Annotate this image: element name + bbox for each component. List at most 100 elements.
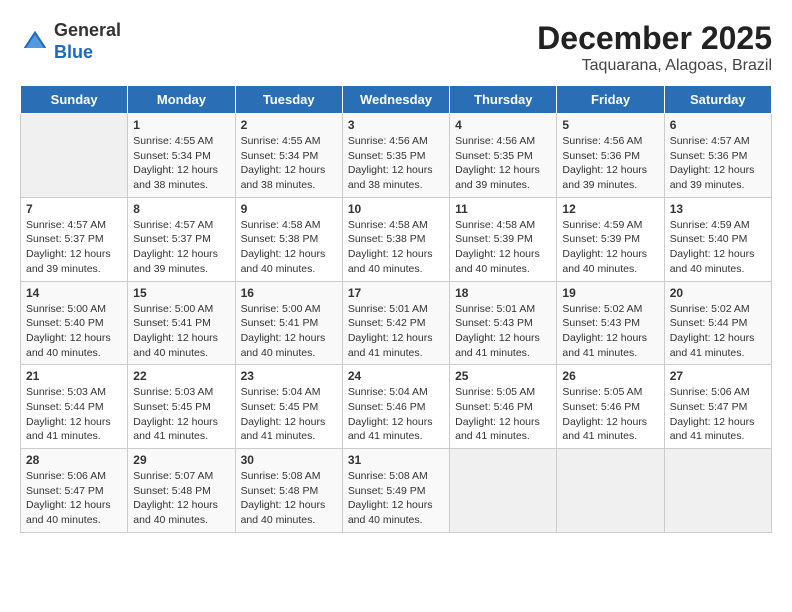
table-row: 4Sunrise: 4:56 AM Sunset: 5:35 PM Daylig… [450,114,557,198]
page-header: General Blue December 2025 Taquarana, Al… [20,20,772,75]
day-number: 28 [26,453,122,467]
table-row [450,449,557,533]
table-row: 7 Sunrise: 4:57 AM Sunset: 5:37 PM Daylig… [21,197,128,281]
day-number: 5 [562,118,658,132]
day-number: 6 [670,118,766,132]
table-row: 22Sunrise: 5:03 AM Sunset: 5:45 PM Dayli… [128,365,235,449]
logo-text: General Blue [54,20,121,63]
table-row: 28 Sunrise: 5:06 AM Sunset: 5:47 PM Dayli… [21,449,128,533]
day-info: Sunrise: 5:00 AM Sunset: 5:41 PM Dayligh… [133,302,229,361]
day-info: Sunrise: 4:57 AM Sunset: 5:37 PM Dayligh… [133,218,229,277]
col-thursday: Thursday [450,86,557,114]
table-row: 3 Sunrise: 4:56 AM Sunset: 5:35 PM Daylig… [342,114,449,198]
table-row: 14 Sunrise: 5:00 AM Sunset: 5:40 PM Dayli… [21,281,128,365]
day-number: 23 [241,369,337,383]
day-info: Sunrise: 5:07 AM Sunset: 5:48 PM Dayligh… [133,469,229,528]
day-number: 18 [455,286,551,300]
day-number: 19 [562,286,658,300]
table-row: 9 Sunrise: 4:58 AM Sunset: 5:38 PM Daylig… [235,197,342,281]
col-friday: Friday [557,86,664,114]
calendar-header-row: Sunday Monday Tuesday Wednesday Thursday… [21,86,772,114]
day-number: 20 [670,286,766,300]
calendar-week-row: 1 Sunrise: 4:55 AM Sunset: 5:34 PM Daylig… [21,114,772,198]
day-info: Sunrise: 5:05 AM Sunset: 5:46 PM Dayligh… [562,385,658,444]
day-number: 8 [133,202,229,216]
table-row: 26 Sunrise: 5:05 AM Sunset: 5:46 PM Dayli… [557,365,664,449]
day-number: 9 [241,202,337,216]
col-tuesday: Tuesday [235,86,342,114]
day-number: 2 [241,118,337,132]
day-number: 26 [562,369,658,383]
table-row: 27 Sunrise: 5:06 AM Sunset: 5:47 PM Dayli… [664,365,771,449]
day-number: 3 [348,118,444,132]
day-info: Sunrise: 5:02 AM Sunset: 5:44 PM Dayligh… [670,302,766,361]
logo-icon [20,27,50,57]
day-info: Sunrise: 4:55 AM Sunset: 5:34 PM Dayligh… [133,134,229,193]
day-number: 10 [348,202,444,216]
logo-general: General [54,20,121,40]
calendar-week-row: 14 Sunrise: 5:00 AM Sunset: 5:40 PM Dayli… [21,281,772,365]
table-row: 17 Sunrise: 5:01 AM Sunset: 5:42 PM Dayli… [342,281,449,365]
day-info: Sunrise: 4:58 AM Sunset: 5:38 PM Dayligh… [348,218,444,277]
day-info: Sunrise: 5:02 AM Sunset: 5:43 PM Dayligh… [562,302,658,361]
day-number: 25 [455,369,551,383]
calendar-week-row: 21Sunrise: 5:03 AM Sunset: 5:44 PM Dayli… [21,365,772,449]
day-info: Sunrise: 5:08 AM Sunset: 5:49 PM Dayligh… [348,469,444,528]
day-info: Sunrise: 5:03 AM Sunset: 5:44 PM Dayligh… [26,385,122,444]
table-row: 16 Sunrise: 5:00 AM Sunset: 5:41 PM Dayli… [235,281,342,365]
day-number: 16 [241,286,337,300]
day-info: Sunrise: 5:06 AM Sunset: 5:47 PM Dayligh… [26,469,122,528]
table-row: 18 Sunrise: 5:01 AM Sunset: 5:43 PM Dayli… [450,281,557,365]
day-info: Sunrise: 5:04 AM Sunset: 5:45 PM Dayligh… [241,385,337,444]
day-info: Sunrise: 4:56 AM Sunset: 5:36 PM Dayligh… [562,134,658,193]
day-info: Sunrise: 4:56 AM Sunset: 5:35 PM Dayligh… [348,134,444,193]
table-row [664,449,771,533]
main-title: December 2025 [537,20,772,57]
day-number: 15 [133,286,229,300]
day-info: Sunrise: 4:56 AM Sunset: 5:35 PM Dayligh… [455,134,551,193]
table-row: 24 Sunrise: 5:04 AM Sunset: 5:46 PM Dayli… [342,365,449,449]
day-number: 14 [26,286,122,300]
calendar-week-row: 28 Sunrise: 5:06 AM Sunset: 5:47 PM Dayli… [21,449,772,533]
table-row: 15 Sunrise: 5:00 AM Sunset: 5:41 PM Dayli… [128,281,235,365]
day-info: Sunrise: 4:58 AM Sunset: 5:38 PM Dayligh… [241,218,337,277]
day-number: 24 [348,369,444,383]
calendar-week-row: 7 Sunrise: 4:57 AM Sunset: 5:37 PM Daylig… [21,197,772,281]
day-number: 30 [241,453,337,467]
logo-blue: Blue [54,42,93,62]
day-number: 27 [670,369,766,383]
day-number: 7 [26,202,122,216]
table-row [557,449,664,533]
table-row: 20 Sunrise: 5:02 AM Sunset: 5:44 PM Dayli… [664,281,771,365]
table-row: 25 Sunrise: 5:05 AM Sunset: 5:46 PM Dayli… [450,365,557,449]
table-row: 19 Sunrise: 5:02 AM Sunset: 5:43 PM Dayli… [557,281,664,365]
table-row: 31Sunrise: 5:08 AM Sunset: 5:49 PM Dayli… [342,449,449,533]
day-info: Sunrise: 4:57 AM Sunset: 5:37 PM Dayligh… [26,218,122,277]
day-info: Sunrise: 5:00 AM Sunset: 5:40 PM Dayligh… [26,302,122,361]
day-info: Sunrise: 5:06 AM Sunset: 5:47 PM Dayligh… [670,385,766,444]
calendar-table: Sunday Monday Tuesday Wednesday Thursday… [20,85,772,533]
day-info: Sunrise: 4:59 AM Sunset: 5:39 PM Dayligh… [562,218,658,277]
day-number: 1 [133,118,229,132]
table-row: 23 Sunrise: 5:04 AM Sunset: 5:45 PM Dayli… [235,365,342,449]
table-row: 6 Sunrise: 4:57 AM Sunset: 5:36 PM Daylig… [664,114,771,198]
day-number: 17 [348,286,444,300]
day-number: 13 [670,202,766,216]
day-info: Sunrise: 4:59 AM Sunset: 5:40 PM Dayligh… [670,218,766,277]
col-saturday: Saturday [664,86,771,114]
table-row: 10 Sunrise: 4:58 AM Sunset: 5:38 PM Dayli… [342,197,449,281]
subtitle: Taquarana, Alagoas, Brazil [537,57,772,75]
day-info: Sunrise: 5:00 AM Sunset: 5:41 PM Dayligh… [241,302,337,361]
day-info: Sunrise: 5:01 AM Sunset: 5:43 PM Dayligh… [455,302,551,361]
table-row: 30Sunrise: 5:08 AM Sunset: 5:48 PM Dayli… [235,449,342,533]
table-row: 21Sunrise: 5:03 AM Sunset: 5:44 PM Dayli… [21,365,128,449]
table-row: 5 Sunrise: 4:56 AM Sunset: 5:36 PM Daylig… [557,114,664,198]
day-info: Sunrise: 5:01 AM Sunset: 5:42 PM Dayligh… [348,302,444,361]
day-info: Sunrise: 5:05 AM Sunset: 5:46 PM Dayligh… [455,385,551,444]
day-info: Sunrise: 5:04 AM Sunset: 5:46 PM Dayligh… [348,385,444,444]
table-row: 13 Sunrise: 4:59 AM Sunset: 5:40 PM Dayli… [664,197,771,281]
table-row: 2Sunrise: 4:55 AM Sunset: 5:34 PM Daylig… [235,114,342,198]
table-row: 11Sunrise: 4:58 AM Sunset: 5:39 PM Dayli… [450,197,557,281]
title-section: December 2025 Taquarana, Alagoas, Brazil [537,20,772,75]
day-info: Sunrise: 4:57 AM Sunset: 5:36 PM Dayligh… [670,134,766,193]
